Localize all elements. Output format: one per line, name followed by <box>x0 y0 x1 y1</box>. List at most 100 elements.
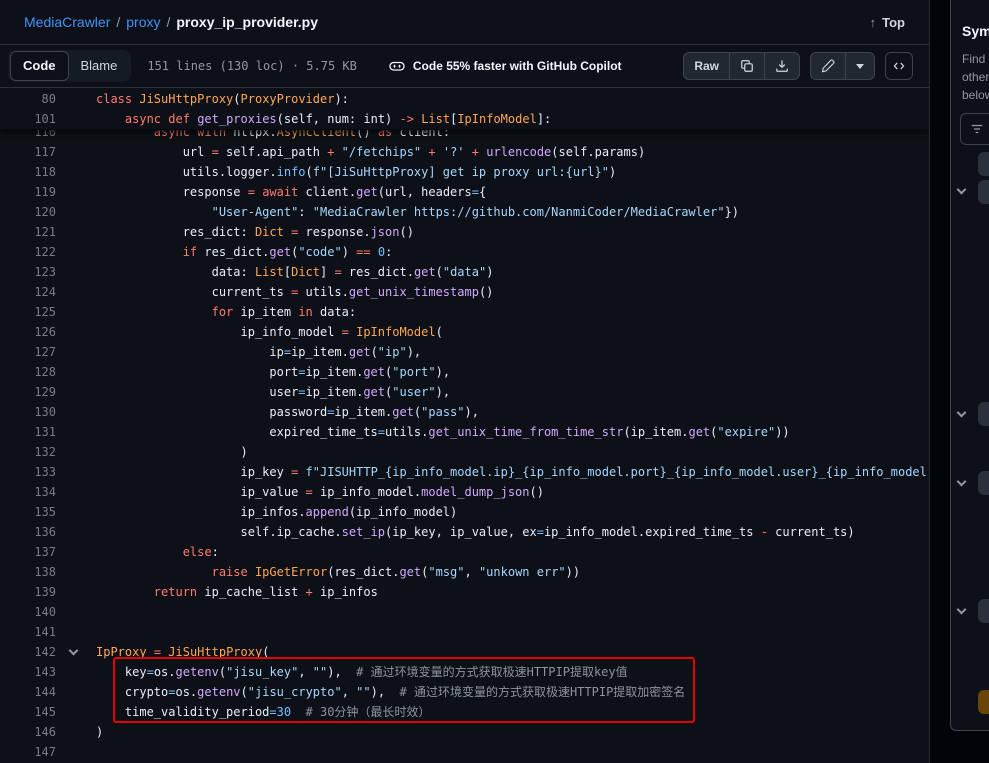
code-line-row: 118 utils.logger.info(f"[JiSuHttpProxy] … <box>0 162 929 182</box>
line-number[interactable]: 101 <box>0 109 56 129</box>
gutter <box>56 722 96 742</box>
edit-file-button[interactable] <box>811 53 846 79</box>
collapse-chevron-icon[interactable] <box>69 646 79 656</box>
line-number[interactable]: 145 <box>0 702 56 722</box>
code-line-row: 122 if res_dict.get("code") == 0: <box>0 242 929 262</box>
line-number[interactable]: 139 <box>0 582 56 602</box>
symbols-sidebar: Symbols Find other below <box>950 0 989 763</box>
code-line: response = await client.get(url, headers… <box>96 182 486 202</box>
line-number[interactable]: 129 <box>0 382 56 402</box>
scroll-to-top-button[interactable]: ↑ Top <box>862 11 913 34</box>
code-line-row: 137 else: <box>0 542 929 562</box>
line-number[interactable]: 126 <box>0 322 56 342</box>
gutter <box>56 682 96 702</box>
edit-dropdown-button[interactable] <box>846 53 874 79</box>
gutter <box>56 522 96 542</box>
line-number[interactable]: 135 <box>0 502 56 522</box>
code-line-row: 131 expired_time_ts=utils.get_unix_time_… <box>0 422 929 442</box>
line-number[interactable]: 130 <box>0 402 56 422</box>
gutter <box>56 702 96 722</box>
raw-copy-download-group: Raw <box>683 52 800 80</box>
code-line: time_validity_period=30 # 30分钟（最长时效） <box>96 702 430 722</box>
line-number[interactable]: 119 <box>0 182 56 202</box>
line-number[interactable]: 128 <box>0 362 56 382</box>
line-number[interactable]: 136 <box>0 522 56 542</box>
symbol-item-partial[interactable] <box>978 471 989 495</box>
raw-button[interactable]: Raw <box>684 53 730 79</box>
line-number[interactable]: 122 <box>0 242 56 262</box>
copy-raw-button[interactable] <box>730 53 765 79</box>
download-raw-button[interactable] <box>765 53 799 79</box>
line-number[interactable]: 143 <box>0 662 56 682</box>
gutter <box>56 422 96 442</box>
code-line-row: 121 res_dict: Dict = response.json() <box>0 222 929 242</box>
download-icon <box>775 59 789 73</box>
line-number[interactable]: 134 <box>0 482 56 502</box>
line-number[interactable]: 141 <box>0 622 56 642</box>
line-number[interactable]: 147 <box>0 742 56 762</box>
code-line-row: 141 <box>0 622 929 642</box>
line-number[interactable]: 142 <box>0 642 56 662</box>
code-line: async def get_proxies(self, num: int) ->… <box>96 109 551 129</box>
line-number[interactable]: 144 <box>0 682 56 702</box>
code-rows: 117 url = self.api_path + "/fetchips" + … <box>0 142 929 762</box>
line-number[interactable]: 133 <box>0 462 56 482</box>
symbol-item-partial[interactable] <box>978 152 989 176</box>
code-line-row: 136 self.ip_cache.set_ip(ip_key, ip_valu… <box>0 522 929 542</box>
code-line: data: List[Dict] = res_dict.get("data") <box>96 262 493 282</box>
breadcrumb-repo-link[interactable]: MediaCrawler <box>24 14 110 30</box>
line-number[interactable]: 120 <box>0 202 56 222</box>
gutter <box>56 162 96 182</box>
copilot-banner[interactable]: Code 55% faster with GitHub Copilot <box>389 58 622 74</box>
gutter <box>56 622 96 642</box>
gutter <box>56 562 96 582</box>
line-number[interactable]: 116 <box>0 130 56 142</box>
code-line: async with httpx.AsyncClient() as client… <box>96 130 450 142</box>
line-number[interactable]: 80 <box>0 89 56 109</box>
gutter <box>56 362 96 382</box>
symbol-item-partial[interactable] <box>978 599 989 623</box>
symbol-item-highlighted-partial[interactable] <box>978 690 989 714</box>
symbol-item-partial[interactable] <box>978 402 989 426</box>
code-line-row: 145 time_validity_period=30 # 30分钟（最长时效） <box>0 702 929 722</box>
copy-icon <box>740 59 754 73</box>
code-line: user=ip_item.get("user"), <box>96 382 450 402</box>
tab-code[interactable]: Code <box>10 51 69 81</box>
code-line-row: 120 "User-Agent": "MediaCrawler https://… <box>0 202 929 222</box>
line-number[interactable]: 124 <box>0 282 56 302</box>
gutter <box>56 202 96 222</box>
filter-symbols-button[interactable] <box>960 113 989 145</box>
symbols-pane-toggle-button[interactable] <box>885 52 913 80</box>
breadcrumb-dir-link[interactable]: proxy <box>126 14 160 30</box>
symbol-item-partial[interactable] <box>978 180 989 204</box>
gutter <box>56 742 96 762</box>
code-line: ) <box>96 442 248 462</box>
code-line-row: 143 key=os.getenv("jisu_key", ""), # 通过环… <box>0 662 929 682</box>
line-number[interactable]: 127 <box>0 342 56 362</box>
line-number[interactable]: 146 <box>0 722 56 742</box>
line-number[interactable]: 123 <box>0 262 56 282</box>
code-line: ip_infos.append(ip_info_model) <box>96 502 457 522</box>
line-number[interactable]: 132 <box>0 442 56 462</box>
line-number[interactable]: 138 <box>0 562 56 582</box>
gutter <box>56 142 96 162</box>
code-line-row: 144 crypto=os.getenv("jisu_crypto", ""),… <box>0 682 929 702</box>
code-line: url = self.api_path + "/fetchips" + '?' … <box>96 142 645 162</box>
line-number[interactable]: 131 <box>0 422 56 442</box>
code-line-row: 125 for ip_item in data: <box>0 302 929 322</box>
code-line-row: 119 response = await client.get(url, hea… <box>0 182 929 202</box>
line-number[interactable]: 118 <box>0 162 56 182</box>
line-number[interactable]: 125 <box>0 302 56 322</box>
line-number[interactable]: 137 <box>0 542 56 562</box>
line-number[interactable]: 140 <box>0 602 56 622</box>
line-number[interactable]: 117 <box>0 142 56 162</box>
caret-down-icon <box>856 64 864 69</box>
code-line: crypto=os.getenv("jisu_crypto", ""), # 通… <box>96 682 685 702</box>
tab-blame[interactable]: Blame <box>69 52 130 80</box>
clipped-code-row: 116 async with httpx.AsyncClient() as cl… <box>0 130 929 142</box>
gutter <box>56 542 96 562</box>
code-line: utils.logger.info(f"[JiSuHttpProxy] get … <box>96 162 616 182</box>
line-number[interactable]: 121 <box>0 222 56 242</box>
symbols-panel-description: Find other below <box>962 50 989 104</box>
gutter <box>56 342 96 362</box>
